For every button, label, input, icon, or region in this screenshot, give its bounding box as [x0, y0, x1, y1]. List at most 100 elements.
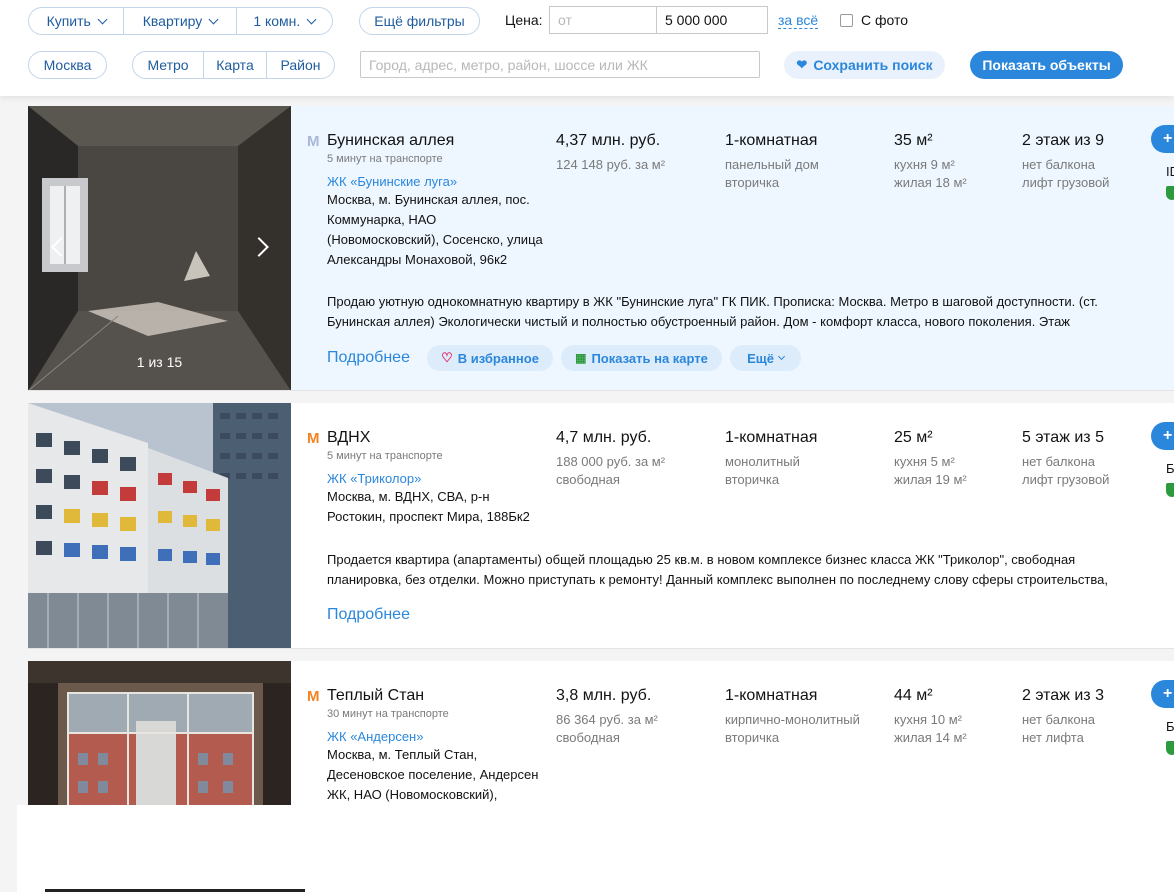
chevron-down-icon	[306, 14, 317, 24]
description-line: Бунинская аллея) Экологически чистый и п…	[327, 314, 1070, 329]
address-line: Москва, м. Теплый Стан,	[327, 747, 478, 762]
district-button[interactable]: Район	[267, 52, 334, 78]
deal-label: Купить	[46, 13, 91, 29]
more-filters-button[interactable]: Ещё фильтры	[359, 7, 480, 35]
map-icon: ▦	[575, 351, 587, 365]
favorite-button[interactable]: ♡ В избранное	[427, 345, 553, 371]
floor: 2 этаж из 3	[1022, 687, 1104, 704]
room-count: 1-комнатная	[725, 429, 818, 446]
address: Москва, м. ВДНХ, СВА, р-н Ростокин, прос…	[327, 487, 557, 527]
photo-checkbox[interactable]	[840, 14, 853, 27]
balcony-info: нет балкона	[1022, 712, 1095, 727]
listing-description: Продаю уютную однокомнатную квартиру в Ж…	[327, 292, 1127, 332]
photo-label: С фото	[861, 12, 909, 28]
filter-bar: Купить Квартиру 1 комн. Ещё фильтры Цена…	[0, 0, 1174, 96]
save-search-icon: ❤	[796, 57, 808, 72]
metro-station[interactable]: M Бунинская аллея	[307, 132, 557, 150]
listing-photo[interactable]	[28, 661, 291, 821]
floor-column: 5 этаж из 5 нет балкона лифт грузовой	[1022, 429, 1109, 489]
living-area: жилая 19 м²	[894, 472, 967, 487]
price-unit-toggle[interactable]: за всё	[778, 12, 819, 29]
search-input[interactable]: Город, адрес, метро, район, шоссе или ЖК	[360, 51, 760, 78]
property-type-dropdown[interactable]: Квартиру	[124, 8, 237, 34]
show-on-map-button[interactable]: ▦ Показать на карте	[561, 345, 722, 371]
station-name: Теплый Стан	[327, 687, 425, 704]
total-area: 44 м²	[894, 687, 933, 704]
floor: 5 этаж из 5	[1022, 429, 1104, 446]
more-actions-button[interactable]: Ещё	[730, 345, 801, 371]
address: Москва, м. Бунинская аллея, пос. Коммуна…	[327, 190, 557, 270]
show-on-map-label: Показать на карте	[591, 350, 708, 366]
price-to-input[interactable]: 5 000 000	[656, 6, 768, 34]
listing-photo-image	[28, 403, 291, 648]
type-column: 1-комнатная монолитный вторичка	[725, 429, 817, 489]
listing-photo[interactable]: 1 из 15	[28, 106, 291, 390]
price-column: 4,37 млн. руб. 124 148 руб. за м²	[556, 132, 665, 174]
listing-photo-image	[28, 661, 291, 821]
floor: 2 этаж из 9	[1022, 132, 1104, 149]
price-from-input[interactable]: от	[549, 6, 657, 34]
favorite-label: В избранное	[457, 350, 539, 366]
description-line: планировка, без отделки. Можно приступат…	[327, 572, 1108, 587]
listing-photo[interactable]	[28, 403, 291, 648]
lift-info: лифт грузовой	[1022, 472, 1110, 487]
building-type: кирпично-монолитный	[725, 712, 860, 727]
metro-station[interactable]: M ВДНХ	[307, 429, 557, 447]
rooms-dropdown[interactable]: 1 комн.	[237, 8, 332, 34]
city-button[interactable]: Москва	[28, 51, 107, 79]
complex-link[interactable]: ЖК «Бунинские луга»	[327, 174, 557, 189]
chevron-down-icon	[97, 14, 108, 24]
add-to-compare-button[interactable]: +	[1151, 680, 1174, 708]
add-to-compare-button[interactable]: +	[1151, 125, 1174, 153]
location-column: M ВДНХ 5 минут на транспорте ЖК «Триколо…	[307, 429, 557, 527]
verified-shield-icon	[1166, 186, 1174, 200]
price: 3,8 млн. руб.	[556, 687, 652, 704]
market-type: вторичка	[725, 175, 780, 190]
area-column: 44 м² кухня 10 м² жилая 14 м²	[894, 687, 967, 747]
sale-type: свободная	[556, 730, 620, 745]
metro-button[interactable]: Метро	[133, 52, 204, 78]
description-line: Продаю уютную однокомнатную квартиру в Ж…	[327, 294, 1098, 309]
address-line: Александры Монаховой, 96к2	[327, 252, 508, 267]
deal-segment: Купить Квартиру 1 комн.	[28, 7, 333, 35]
listing-card[interactable]: M ВДНХ 5 минут на транспорте ЖК «Триколо…	[28, 403, 1174, 649]
complex-link[interactable]: ЖК «Андерсен»	[327, 729, 557, 744]
address-line: Москва, м. ВДНХ, СВА, р-н	[327, 489, 490, 504]
save-search-button[interactable]: ❤ Сохранить поиск	[784, 51, 945, 79]
address: Москва, м. Теплый Стан, Десеновское посе…	[327, 745, 557, 805]
details-link[interactable]: Подробнее	[327, 606, 410, 624]
complex-link[interactable]: ЖК «Триколор»	[327, 471, 557, 486]
listing-card[interactable]: 1 из 15 M Бунинская аллея 5 минут на тра…	[28, 106, 1174, 391]
verified-shield-icon	[1166, 741, 1174, 755]
property-type-label: Квартиру	[142, 13, 203, 29]
metro-station[interactable]: M Теплый Стан	[307, 687, 557, 705]
rooms-label: 1 комн.	[253, 13, 301, 29]
area-column: 35 м² кухня 9 м² жилая 18 м²	[894, 132, 967, 192]
add-to-compare-button[interactable]: +	[1151, 422, 1174, 450]
station-name: Бунинская аллея	[327, 132, 455, 149]
room-count: 1-комнатная	[725, 687, 818, 704]
blank-overlay	[17, 805, 1174, 892]
more-actions-label: Ещё	[747, 350, 774, 366]
heart-icon: ♡	[441, 350, 453, 365]
address-line: Ростокин, проспект Мира, 188Бк2	[327, 509, 530, 524]
price-per-meter: 188 000 руб. за м²	[556, 454, 666, 469]
map-button[interactable]: Карта	[204, 52, 267, 78]
plus-icon: +	[1163, 130, 1173, 147]
transport-time: 5 минут на транспорте	[327, 153, 443, 165]
price-per-meter: 124 148 руб. за м²	[556, 157, 666, 172]
listing-card[interactable]: M Теплый Стан 30 минут на транспорте ЖК …	[28, 661, 1174, 821]
save-search-label: Сохранить поиск	[813, 57, 933, 73]
address-line: Москва, м. Бунинская аллея, пос.	[327, 192, 530, 207]
address-line: (Новомосковский), Сосенско, улица	[327, 232, 543, 247]
metro-m-icon: M	[307, 132, 320, 150]
price-per-meter: 86 364 руб. за м²	[556, 712, 658, 727]
deal-dropdown[interactable]: Купить	[29, 8, 125, 34]
details-link[interactable]: Подробнее	[327, 349, 410, 367]
living-area: жилая 18 м²	[894, 175, 967, 190]
show-objects-button[interactable]: Показать объекты	[970, 51, 1123, 79]
plus-icon: +	[1163, 685, 1173, 702]
plus-icon: +	[1163, 427, 1173, 444]
transport-time: 5 минут на транспорте	[327, 450, 443, 462]
photo-counter: 1 из 15	[136, 354, 183, 370]
